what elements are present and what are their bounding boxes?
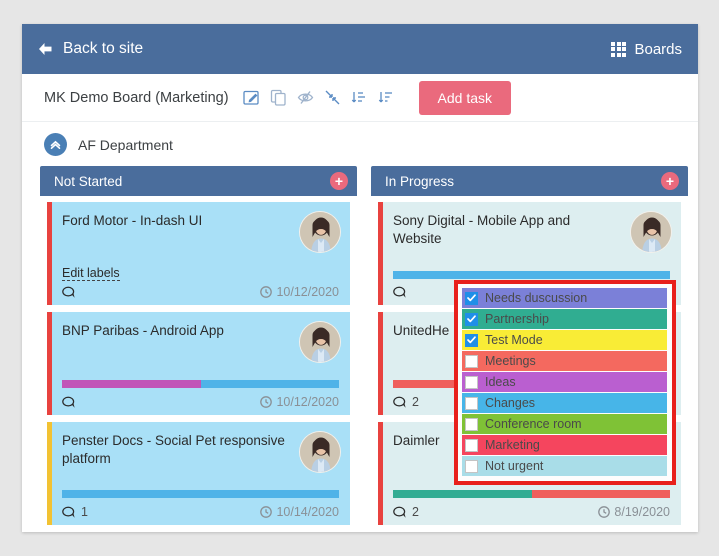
label-checkbox[interactable] (465, 438, 478, 452)
board-toolbar: MK Demo Board (Marketing) Add task (22, 74, 698, 122)
chevron-up-circle-icon[interactable] (44, 133, 67, 156)
task-card-footer: 10/12/2020 (62, 285, 339, 299)
label-option-text: Changes (485, 396, 536, 410)
edit-labels-popup[interactable]: Needs duscussion Partnership Test Mode Me… (454, 280, 676, 485)
comment-count-value: 2 (412, 395, 419, 409)
column-header: Not Started + (40, 166, 357, 196)
label-option-text: Ideas (485, 375, 516, 389)
due-date: 10/14/2020 (260, 505, 339, 519)
due-date: 8/19/2020 (598, 505, 670, 519)
label-option-text: Marketing (485, 438, 540, 452)
arrow-left-icon (36, 40, 54, 58)
top-navigation-bar: Back to site Boards (22, 24, 698, 74)
task-card[interactable]: Penster Docs - Social Pet responsive pla… (47, 422, 350, 525)
label-option-text: Partnership (485, 312, 549, 326)
comment-count[interactable] (393, 286, 412, 299)
kanban-app-window: Back to site Boards MK Demo Board (Marke… (22, 24, 698, 532)
label-option-text: Needs duscussion (485, 291, 588, 305)
progress-bar (62, 380, 339, 388)
due-date: 10/12/2020 (260, 285, 339, 299)
label-option-row[interactable]: Needs duscussion (462, 288, 667, 308)
label-option-row[interactable]: Marketing (462, 435, 667, 455)
label-option-text: Test Mode (485, 333, 543, 347)
label-option-row[interactable]: Partnership (462, 309, 667, 329)
due-date-value: 8/19/2020 (614, 505, 670, 519)
label-checkbox[interactable] (465, 375, 478, 389)
due-date: 10/12/2020 (260, 395, 339, 409)
progress-bar (62, 490, 339, 498)
label-option-text: Conference room (485, 417, 582, 431)
task-card-title: Penster Docs - Social Pet responsive pla… (62, 433, 285, 467)
edit-labels-link[interactable]: Edit labels (62, 266, 120, 281)
due-date-value: 10/12/2020 (276, 395, 339, 409)
task-card-title: BNP Paribas - Android App (62, 323, 224, 338)
comment-count[interactable]: 2 (393, 395, 419, 409)
label-checkbox[interactable] (465, 312, 478, 326)
sort-ascending-icon[interactable] (348, 86, 372, 110)
page-title: MK Demo Board (Marketing) (44, 89, 229, 106)
label-checkbox[interactable] (465, 354, 478, 368)
column-body: Ford Motor - In-dash UI Edit labels 10/1… (40, 196, 357, 525)
department-name: AF Department (78, 136, 173, 153)
grid-icon (611, 41, 627, 57)
column-title: Not Started (54, 173, 123, 189)
label-option-row[interactable]: Conference room (462, 414, 667, 434)
comment-count[interactable]: 2 (393, 505, 419, 519)
task-card-footer: 2 8/19/2020 (393, 505, 670, 519)
task-card-title: Sony Digital - Mobile App and Website (393, 213, 571, 247)
comment-count[interactable]: 1 (62, 505, 88, 519)
due-date-value: 10/14/2020 (276, 505, 339, 519)
avatar (299, 211, 341, 253)
label-checkbox[interactable] (465, 333, 478, 347)
add-card-button[interactable]: + (661, 172, 679, 190)
label-checkbox[interactable] (465, 417, 478, 431)
label-checkbox[interactable] (465, 459, 478, 473)
label-option-text: Not urgent (485, 459, 544, 473)
collapse-board-icon[interactable] (321, 86, 345, 110)
progress-segment-0 (393, 490, 532, 498)
label-option-row[interactable]: Not urgent (462, 456, 667, 476)
task-card-footer: 10/12/2020 (62, 395, 339, 409)
label-option-row[interactable]: Test Mode (462, 330, 667, 350)
task-card-footer: 1 10/14/2020 (62, 505, 339, 519)
add-task-button[interactable]: Add task (418, 80, 512, 115)
progress-segment-1 (531, 490, 670, 498)
edit-board-icon[interactable] (240, 86, 264, 110)
task-card[interactable]: Ford Motor - In-dash UI Edit labels 10/1… (47, 202, 350, 305)
boards-label: Boards (634, 40, 682, 58)
duplicate-board-icon[interactable] (267, 86, 291, 110)
department-row: AF Department (22, 122, 698, 166)
hide-board-icon[interactable] (294, 86, 318, 110)
back-to-site-label: Back to site (63, 40, 144, 57)
label-checkbox[interactable] (465, 396, 478, 410)
sort-descending-icon[interactable] (375, 86, 399, 110)
board-column: Not Started + Ford Motor - In-dash UI Edit… (40, 166, 357, 532)
avatar (630, 211, 672, 253)
back-to-site-button[interactable]: Back to site (36, 40, 143, 58)
progress-bar (393, 271, 670, 279)
comment-count-value: 1 (81, 505, 88, 519)
label-option-row[interactable]: Ideas (462, 372, 667, 392)
column-title: In Progress (385, 173, 455, 189)
avatar (299, 321, 341, 363)
comment-count[interactable] (62, 286, 81, 299)
progress-bar (393, 490, 670, 498)
avatar (299, 431, 341, 473)
label-option-row[interactable]: Meetings (462, 351, 667, 371)
comment-count-value: 2 (412, 505, 419, 519)
label-option-row[interactable]: Changes (462, 393, 667, 413)
add-card-button[interactable]: + (330, 172, 348, 190)
label-option-text: Meetings (485, 354, 536, 368)
comment-count[interactable] (62, 396, 81, 409)
task-card[interactable]: BNP Paribas - Android App 10/12/2020 (47, 312, 350, 415)
label-checkbox[interactable] (465, 291, 478, 305)
task-card-title: Ford Motor - In-dash UI (62, 213, 203, 228)
column-header: In Progress + (371, 166, 688, 196)
boards-button[interactable]: Boards (611, 41, 682, 58)
due-date-value: 10/12/2020 (276, 285, 339, 299)
progress-segment-0 (62, 380, 201, 388)
